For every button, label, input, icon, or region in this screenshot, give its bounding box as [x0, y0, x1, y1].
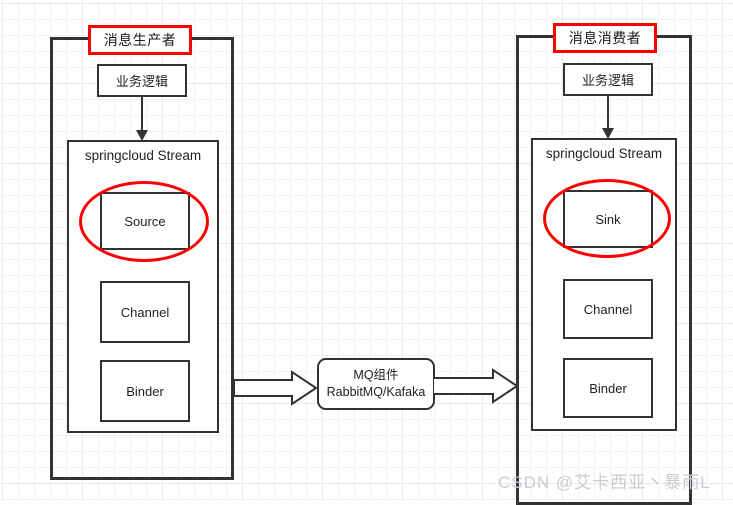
source-box: Source: [100, 192, 190, 250]
mq-line-1: MQ组件: [353, 368, 399, 382]
consumer-binder-box: Binder: [563, 358, 653, 418]
producer-title: 消息生产者: [88, 25, 192, 55]
arrow-shaft: [141, 97, 143, 131]
producer-to-mq-arrow-icon: [234, 370, 318, 406]
consumer-business-logic-box: 业务逻辑: [563, 63, 653, 96]
mq-to-consumer-arrow-icon: [433, 368, 519, 404]
producer-binder-box: Binder: [100, 360, 190, 422]
producer-business-logic-box: 业务逻辑: [97, 64, 187, 97]
producer-stream-label: springcloud Stream: [84, 148, 202, 163]
producer-channel-box: Channel: [100, 281, 190, 343]
csdn-watermark: CSDN @艾卡西亚丶暴雨L: [498, 473, 711, 492]
diagram-canvas: 消息生产者 业务逻辑 springcloud Stream Source Cha…: [0, 0, 733, 505]
sink-box: Sink: [563, 190, 653, 248]
arrow-shaft: [607, 96, 609, 129]
consumer-title: 消息消费者: [553, 23, 657, 53]
mq-middleware-box: MQ组件 RabbitMQ/Kafaka: [317, 358, 435, 410]
consumer-stream-label: springcloud Stream: [545, 146, 663, 161]
mq-line-2: RabbitMQ/Kafaka: [326, 385, 426, 399]
consumer-channel-box: Channel: [563, 279, 653, 339]
